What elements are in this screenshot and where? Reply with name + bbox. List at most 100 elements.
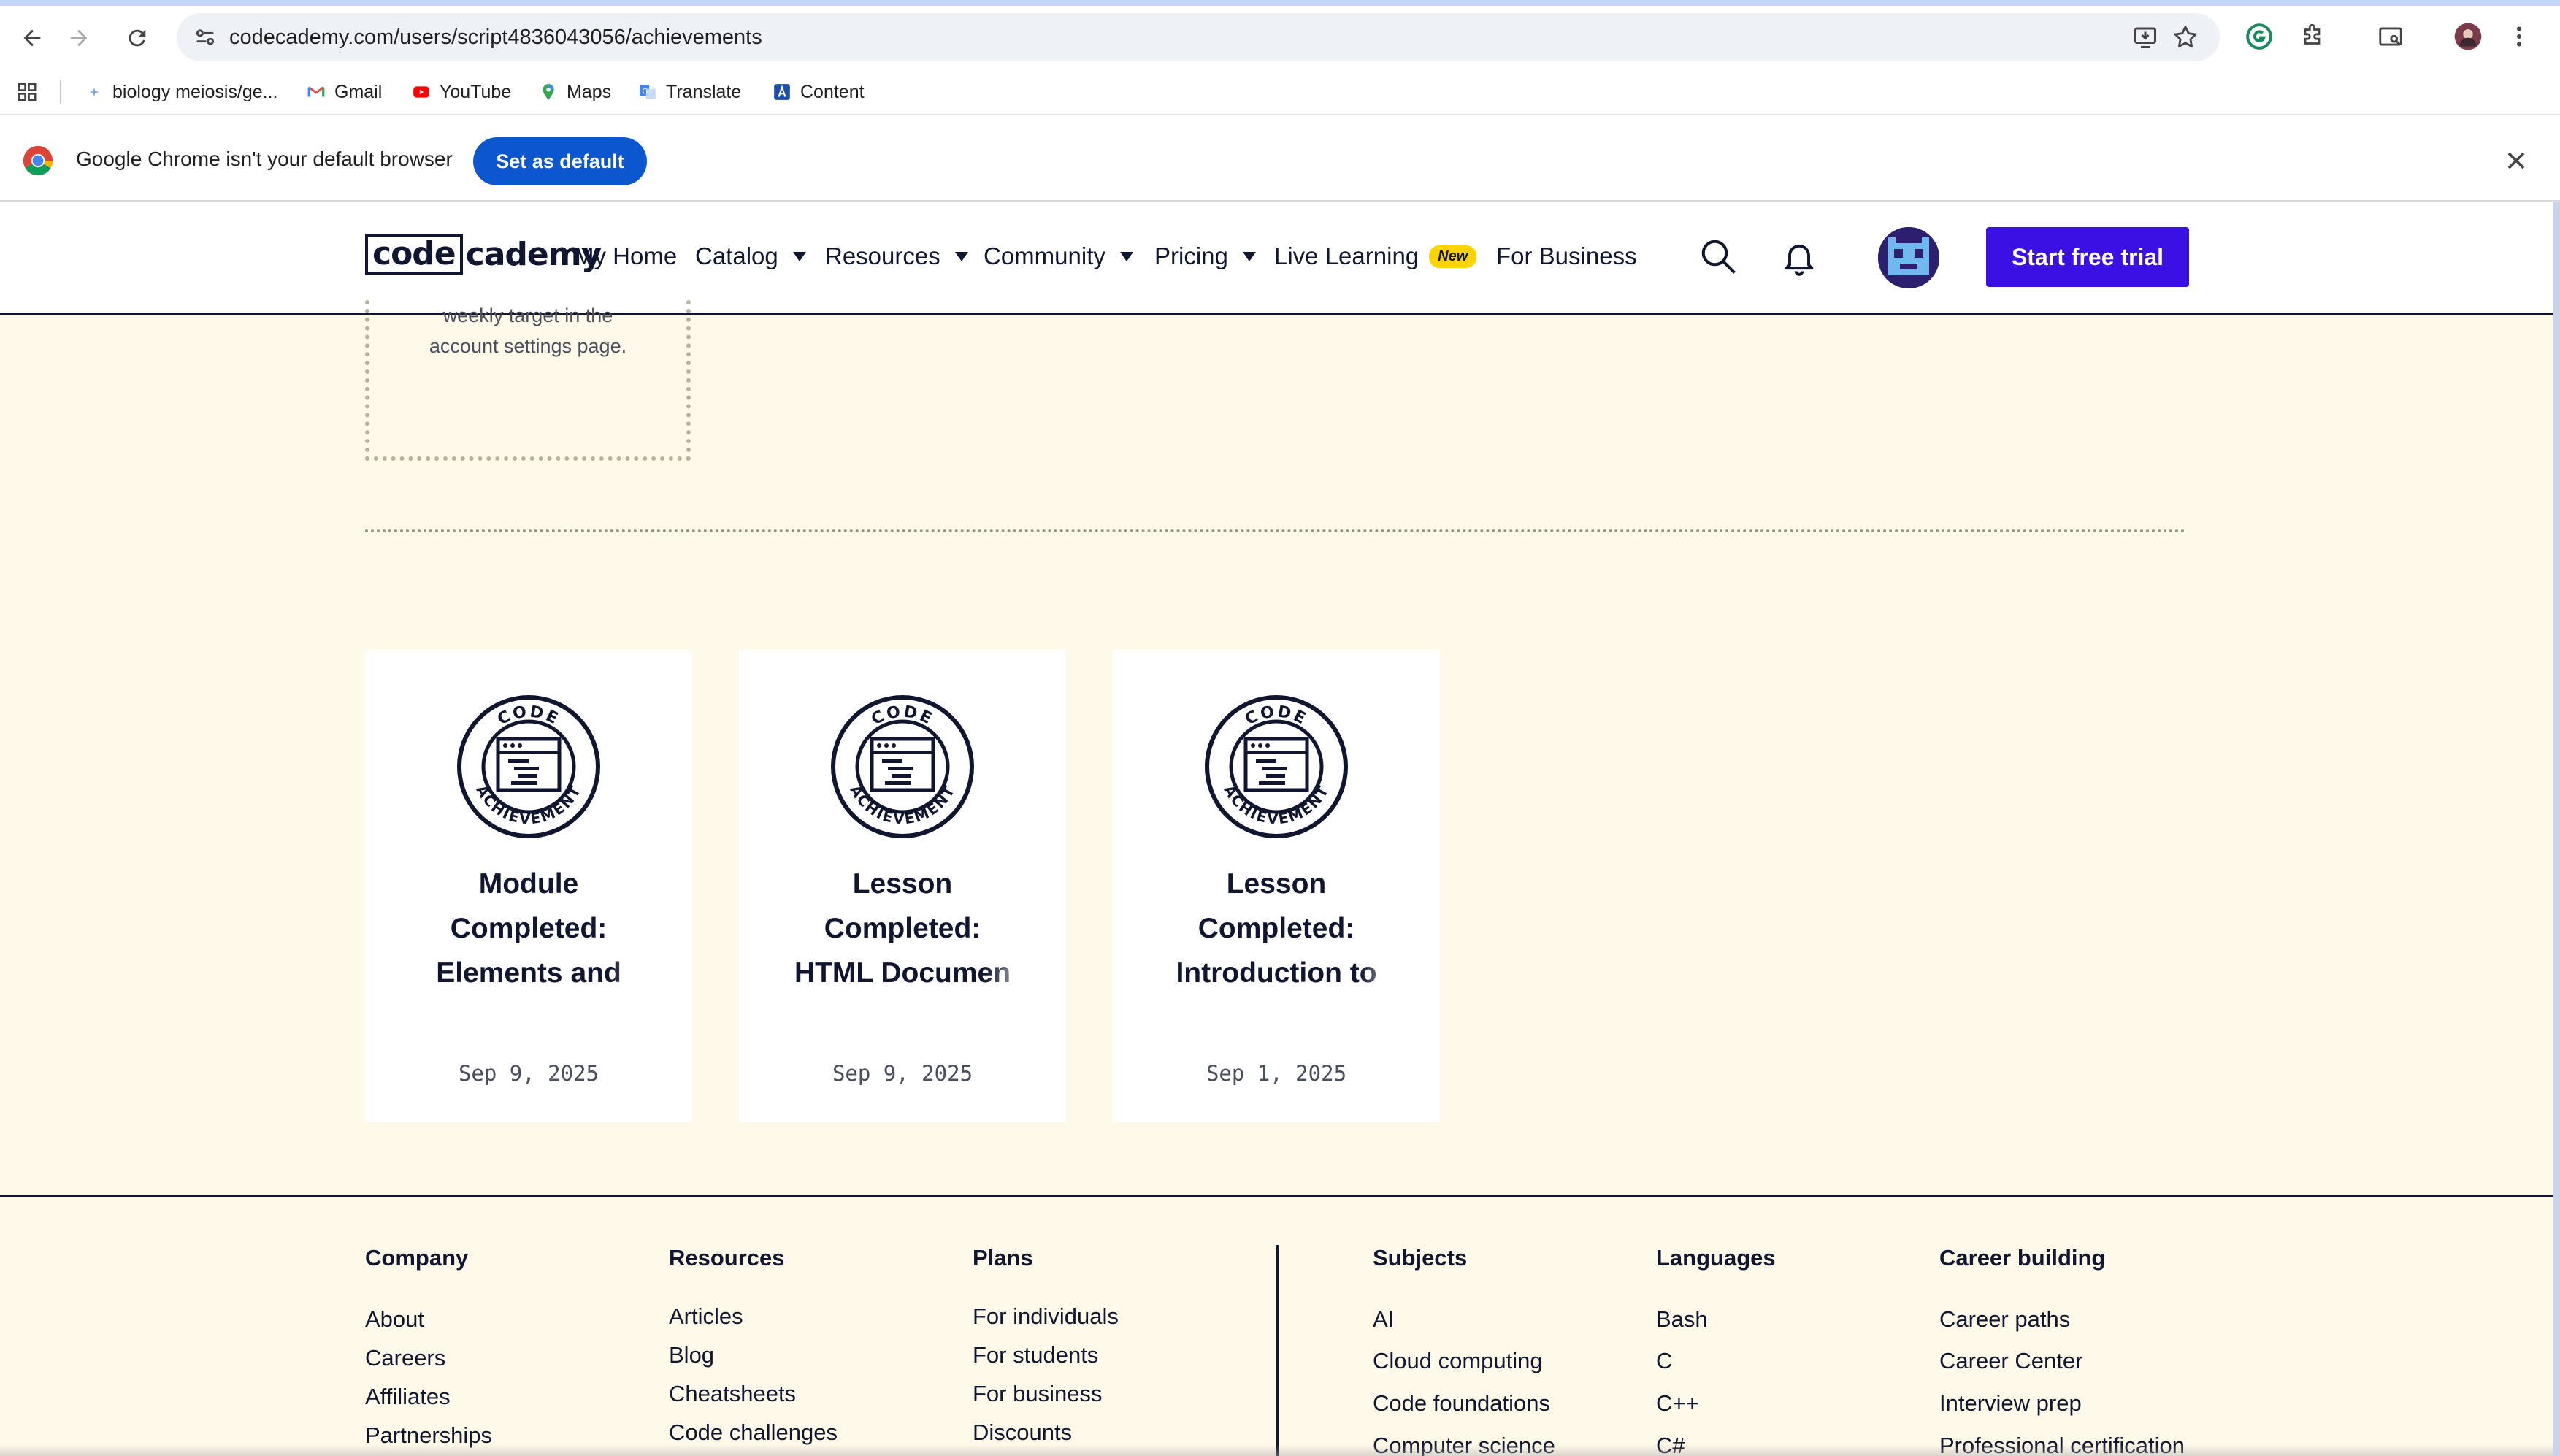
footer-link[interactable]: For students (973, 1342, 1098, 1368)
extensions-puzzle-icon[interactable] (2299, 22, 2328, 51)
weekly-target-line: weekly target in the (442, 304, 613, 326)
footer-link[interactable]: Discounts (973, 1419, 1072, 1446)
bell-icon[interactable] (1780, 238, 1818, 276)
bookmarks-bar: biology meiosis/ge... Gmail YouTube Maps… (0, 70, 2560, 114)
site-header: code cademy My Home Catalog Resources Com… (0, 202, 2560, 315)
achievement-card[interactable]: CODE ACHIEVEMENT Module Completed: Eleme… (365, 650, 692, 1122)
chrome-menu-icon[interactable] (2505, 22, 2534, 51)
codecademy-logo[interactable]: code cademy (365, 232, 602, 276)
footer-link[interactable]: Code challenges (669, 1419, 838, 1446)
install-app-icon[interactable] (2132, 24, 2158, 50)
footer-link[interactable]: Articles (669, 1303, 743, 1330)
footer-link[interactable]: Careers (365, 1345, 445, 1371)
nav-pricing[interactable]: Pricing (1154, 237, 1256, 276)
user-avatar[interactable] (1878, 227, 1939, 288)
translate-icon: G (638, 83, 657, 101)
caret-down-icon (792, 251, 806, 261)
sparkle-icon (85, 83, 104, 101)
title-fade (1360, 957, 1411, 1000)
achievement-date: Sep 9, 2025 (458, 1061, 599, 1086)
profile-avatar-icon[interactable] (2453, 22, 2483, 51)
close-icon[interactable] (2502, 146, 2531, 175)
pixel-avatar-icon (1878, 227, 1939, 288)
footer-link[interactable]: For individuals (973, 1303, 1119, 1330)
back-arrow-icon[interactable] (16, 22, 48, 54)
tab-search-icon[interactable] (2376, 22, 2405, 51)
bookmark-maps[interactable]: Maps (539, 70, 611, 114)
bookmark-label: YouTube (440, 81, 512, 102)
footer-link[interactable]: Bash (1656, 1306, 1708, 1333)
nav-label: Live Learning (1274, 242, 1419, 269)
maps-icon (539, 83, 558, 101)
bookmark-youtube[interactable]: YouTube (412, 70, 511, 114)
site-info-icon[interactable] (193, 25, 218, 50)
nav-my-home[interactable]: My Home (574, 237, 677, 276)
apps-grid-icon[interactable] (16, 70, 38, 114)
address-bar[interactable]: codecademy.com/users/script4836043056/ac… (177, 13, 2220, 61)
code-achievement-badge-icon: CODE ACHIEVEMENT (457, 695, 600, 838)
footer-link[interactable]: Interview prep (1939, 1390, 2082, 1417)
footer-link[interactable]: C (1656, 1348, 1672, 1374)
caret-down-icon (1242, 251, 1256, 261)
bookmark-translate[interactable]: G Translate (638, 70, 741, 114)
search-icon[interactable] (1698, 237, 1738, 276)
nav-label: My Home (574, 242, 678, 269)
gmail-icon (307, 83, 326, 101)
achievement-card[interactable]: CODE ACHIEVEMENT Lesson Completed: Intro… (1113, 650, 1440, 1122)
new-badge: New (1429, 245, 1477, 268)
nav-label: Community (984, 242, 1105, 269)
title-line: Module (478, 868, 579, 900)
title-fade (612, 957, 663, 1000)
account-settings-line: account settings page. (429, 335, 627, 357)
footer-heading: Company (365, 1245, 469, 1271)
section-divider (365, 529, 2186, 532)
code-achievement-badge-icon: CODE ACHIEVEMENT (831, 695, 974, 838)
nav-label: Pricing (1154, 242, 1228, 269)
url-text[interactable]: codecademy.com/users/script4836043056/ac… (229, 13, 762, 61)
bookmark-biology[interactable]: biology meiosis/ge... (85, 70, 278, 114)
title-fade (986, 957, 1037, 1000)
footer-link[interactable]: Cheatsheets (669, 1381, 796, 1407)
footer-link[interactable]: Blog (669, 1342, 714, 1368)
footer-link[interactable]: Career paths (1939, 1306, 2070, 1333)
achievements-section: weekly target in the account settings pa… (0, 300, 2553, 1195)
window-edge (2553, 202, 2560, 1456)
footer-link[interactable]: C++ (1656, 1390, 1699, 1417)
footer-heading: Resources (669, 1245, 785, 1271)
grammarly-extension-icon[interactable] (2245, 22, 2274, 51)
footer-heading: Career building (1939, 1245, 2106, 1271)
achievement-card[interactable]: CODE ACHIEVEMENT Lesson Completed: HTML … (739, 650, 1066, 1122)
bookmark-gmail[interactable]: Gmail (307, 70, 382, 114)
footer-link[interactable]: For business (973, 1381, 1102, 1407)
footer-link[interactable]: Code foundations (1373, 1390, 1550, 1417)
bookmark-label: Gmail (334, 81, 383, 102)
bookmarks-divider (60, 80, 61, 104)
title-line: Completed: (824, 913, 981, 944)
footer-link[interactable]: Affiliates (365, 1384, 451, 1410)
content-icon (773, 83, 792, 101)
set-as-default-button[interactable]: Set as default (473, 137, 647, 185)
nav-live-learning[interactable]: Live Learning New (1274, 237, 1477, 276)
weekly-target-card: weekly target in the account settings pa… (365, 300, 691, 461)
footer-link[interactable]: About (365, 1306, 424, 1333)
footer-link[interactable]: AI (1373, 1306, 1394, 1333)
bookmark-content[interactable]: Content (773, 70, 865, 114)
bookmark-star-icon[interactable] (2172, 23, 2199, 51)
tab-strip (0, 0, 2560, 6)
caret-down-icon (954, 251, 968, 261)
svg-text:G: G (642, 88, 648, 96)
forward-arrow-icon[interactable] (63, 22, 95, 54)
footer-heading: Languages (1656, 1245, 1776, 1271)
footer-divider (1276, 1245, 1279, 1456)
nav-resources[interactable]: Resources (825, 237, 968, 276)
infobar-message: Google Chrome isn't your default browser (76, 147, 453, 170)
footer-link[interactable]: Cloud computing (1373, 1348, 1543, 1374)
start-free-trial-button[interactable]: Start free trial (1986, 227, 2189, 287)
nav-catalog[interactable]: Catalog (695, 237, 806, 276)
nav-community[interactable]: Community (984, 237, 1133, 276)
chrome-logo-icon (23, 145, 53, 176)
nav-for-business[interactable]: For Business (1496, 237, 1637, 276)
reload-icon[interactable] (121, 22, 153, 54)
bottom-shadow (0, 1444, 2553, 1456)
footer-link[interactable]: Career Center (1939, 1348, 2082, 1374)
